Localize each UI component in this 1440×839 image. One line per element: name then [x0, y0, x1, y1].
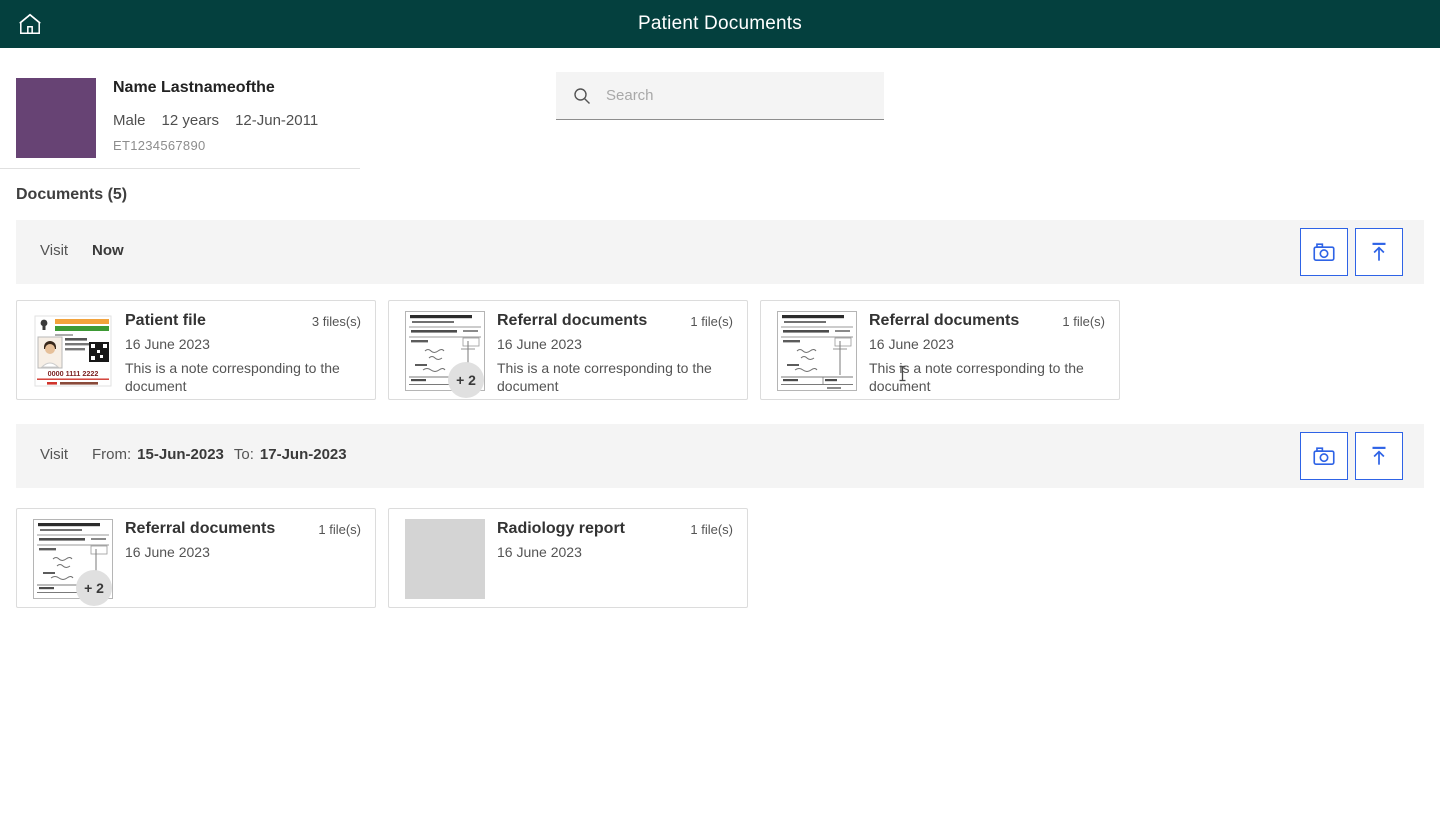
search-icon	[572, 86, 592, 106]
camera-button[interactable]	[1300, 432, 1348, 480]
visit-value-now: Now	[92, 242, 124, 259]
document-title: Referral documents	[869, 312, 1020, 329]
app-header: Patient Documents	[0, 0, 1440, 48]
upload-icon	[1366, 239, 1392, 265]
home-icon	[17, 11, 43, 37]
visit-actions	[1300, 228, 1403, 276]
visit-to-label: To:	[233, 446, 254, 463]
patient-summary-panel: Name Lastnameofthe Male 12 years 12-Jun-…	[0, 48, 360, 169]
home-button[interactable]	[14, 8, 46, 40]
patient-dob: 12-Jun-2011	[235, 112, 319, 129]
document-date: 16 June 2023	[869, 336, 954, 352]
document-card-referral-2[interactable]: Referral documents 1 file(s) 16 June 202…	[760, 300, 1120, 400]
search-input[interactable]	[592, 72, 884, 119]
document-card-referral-1[interactable]: + 2 Referral documents 1 file(s) 16 June…	[388, 300, 748, 400]
placeholder-thumbnail	[405, 519, 485, 599]
camera-icon	[1311, 443, 1337, 469]
visit-to-date: 17-Jun-2023	[259, 446, 347, 463]
upload-button[interactable]	[1355, 432, 1403, 480]
visit-row-now: Visit Now	[16, 220, 1424, 284]
upload-icon	[1366, 443, 1392, 469]
file-count: 1 file(s)	[1062, 314, 1105, 329]
document-date: 16 June 2023	[125, 336, 210, 352]
search-box	[556, 72, 884, 120]
id-card-number: 0000 1111 2222	[48, 369, 99, 378]
visit-date-range: From: 15-Jun-2023 To: 17-Jun-2023	[92, 446, 347, 463]
ibeam-text-cursor	[897, 365, 908, 382]
document-date: 16 June 2023	[125, 544, 210, 560]
document-title: Radiology report	[497, 520, 626, 537]
document-date: 16 June 2023	[497, 544, 582, 560]
page-title: Patient Documents	[638, 13, 802, 34]
patient-sex: Male	[113, 112, 146, 129]
visit-from-label: From:	[92, 446, 132, 463]
patient-meta: Male 12 years 12-Jun-2011	[113, 112, 318, 129]
patient-documents-page: Patient Documents Name Lastnameofthe Mal…	[0, 0, 1440, 839]
upload-button[interactable]	[1355, 228, 1403, 276]
document-card-patient-file[interactable]: 0000 1111 2222 Patient file 3 files(s) 1…	[16, 300, 376, 400]
more-files-badge: + 2	[76, 570, 112, 606]
document-date: 16 June 2023	[497, 336, 582, 352]
file-count: 1 file(s)	[690, 314, 733, 329]
more-files-badge: + 2	[448, 362, 484, 398]
document-note: This is a note corresponding to the docu…	[125, 360, 340, 394]
document-note: This is a note corresponding to the docu…	[497, 360, 712, 394]
document-title: Patient file	[125, 312, 206, 329]
file-count: 1 file(s)	[318, 522, 361, 537]
document-card-radiology[interactable]: Radiology report 1 file(s) 16 June 2023	[388, 508, 748, 608]
visit-from-date: 15-Jun-2023	[137, 446, 224, 463]
document-card-referral-3[interactable]: + 2 Referral documents 1 file(s) 16 June…	[16, 508, 376, 608]
file-count: 3 files(s)	[311, 314, 361, 329]
documents-heading: Documents (5)	[16, 186, 128, 203]
patient-age: 12 years	[161, 112, 220, 129]
id-card-thumbnail: 0000 1111 2222	[33, 311, 113, 391]
visit-label: Visit	[40, 446, 69, 463]
patient-id: ET1234567890	[113, 138, 206, 153]
patient-name: Name Lastnameofthe	[113, 79, 275, 96]
visit-label: Visit	[40, 242, 69, 259]
file-count: 1 file(s)	[690, 522, 733, 537]
referral-thumbnail	[777, 311, 857, 391]
document-title: Referral documents	[497, 312, 648, 329]
camera-button[interactable]	[1300, 228, 1348, 276]
visit-row-range: Visit From: 15-Jun-2023 To: 17-Jun-2023	[16, 424, 1424, 488]
camera-icon	[1311, 239, 1337, 265]
patient-avatar	[16, 78, 96, 158]
document-title: Referral documents	[125, 520, 276, 537]
visit-actions	[1300, 432, 1403, 480]
